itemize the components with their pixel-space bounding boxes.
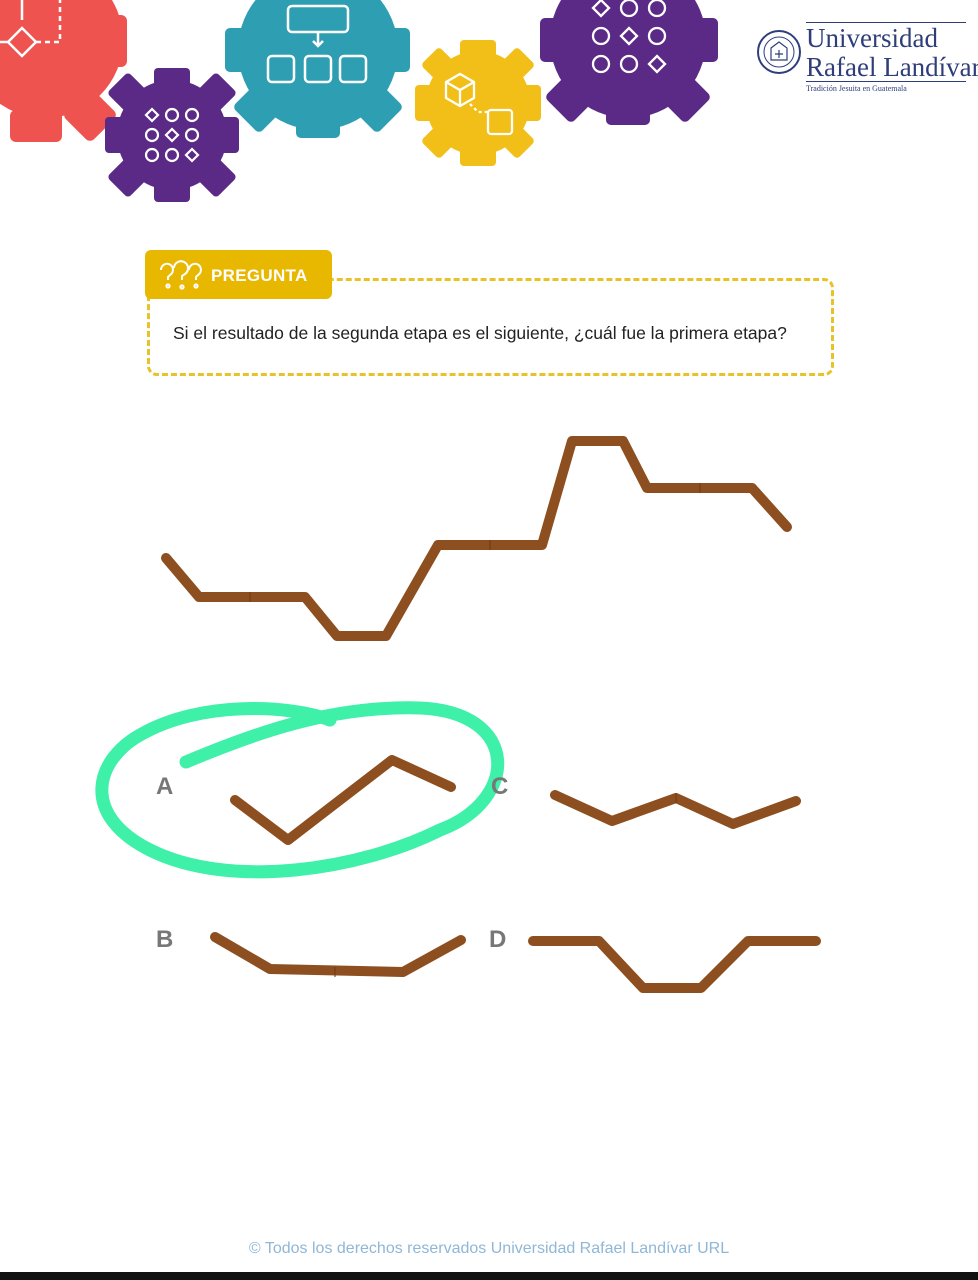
- option-a-figure[interactable]: [230, 755, 456, 845]
- bottom-bar: [0, 1272, 978, 1280]
- option-a-label[interactable]: A: [156, 773, 173, 801]
- option-d-figure[interactable]: [528, 936, 821, 993]
- option-b-label[interactable]: B: [156, 926, 173, 954]
- option-c-label[interactable]: C: [491, 773, 508, 801]
- sticks-illustration: [95, 436, 821, 993]
- option-d-label[interactable]: D: [489, 926, 506, 954]
- footer-copyright: © Todos los derechos reservados Universi…: [248, 1240, 730, 1257]
- second-stage-figure: [161, 436, 792, 641]
- option-b-figure[interactable]: [210, 932, 466, 977]
